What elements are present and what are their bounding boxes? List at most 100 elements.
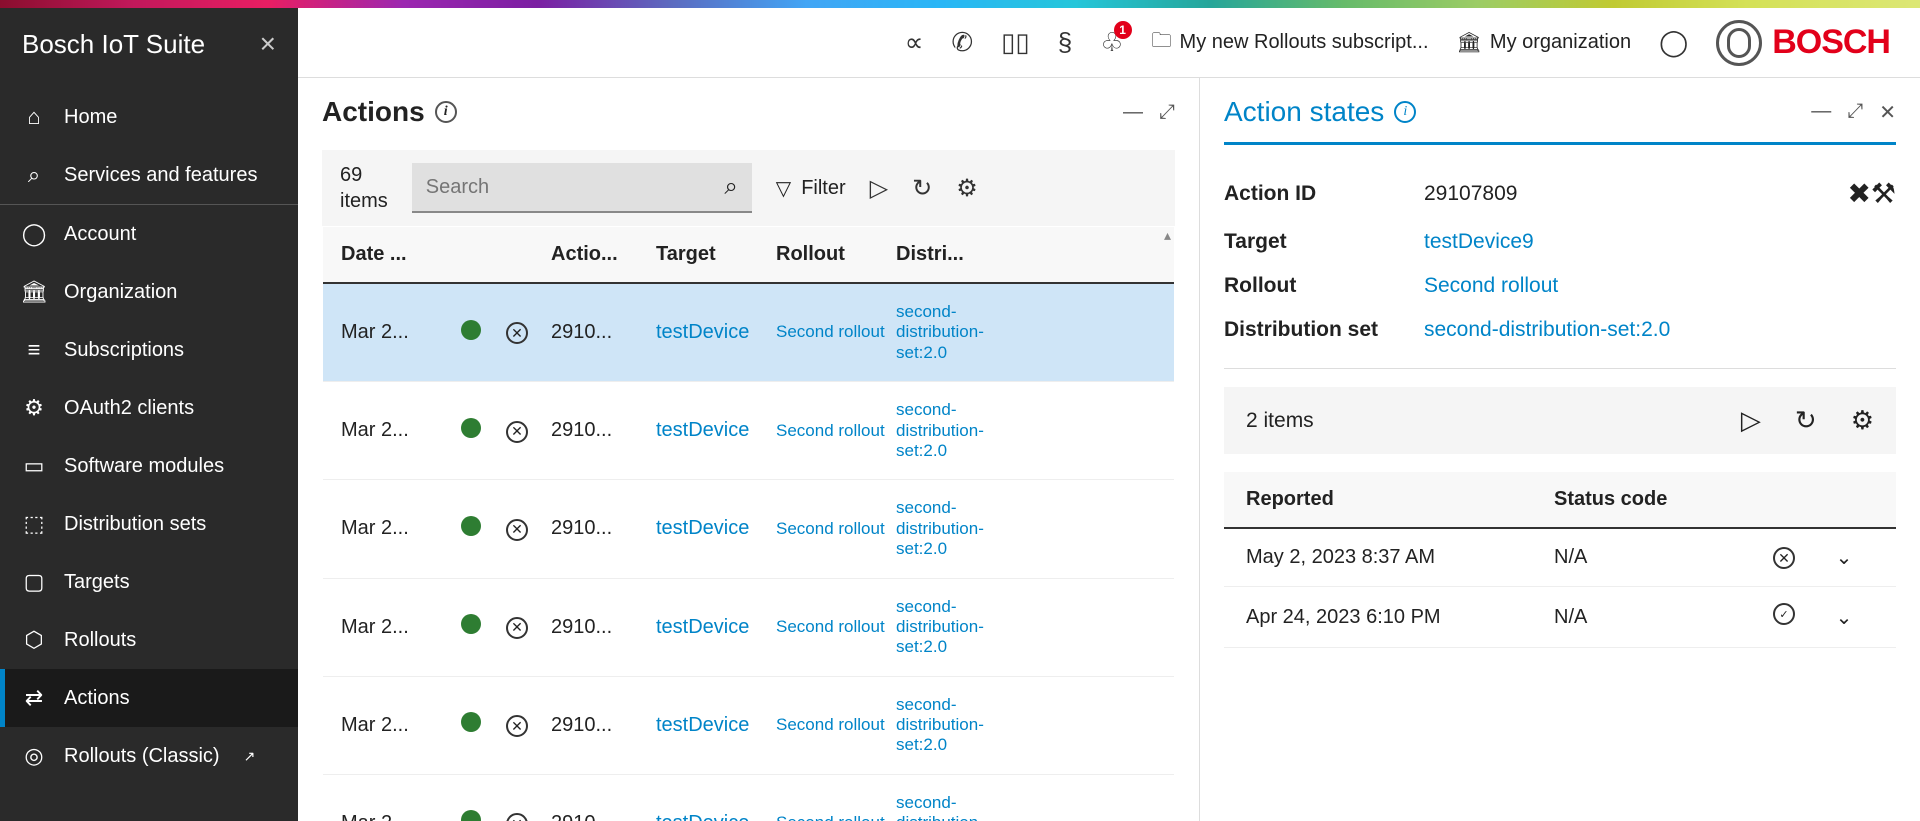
cancel-icon[interactable]: ✕ xyxy=(506,519,528,541)
states-count: 2 items xyxy=(1246,409,1314,433)
close-sidebar-icon[interactable]: × xyxy=(260,28,276,60)
states-table-header: Reported Status code xyxy=(1224,472,1896,529)
table-row[interactable]: Apr 24, 2023 6:10 PMN/A⌄ xyxy=(1224,587,1896,648)
actions-panel: Actionsi — ⤢ 69 items ⌕ ▽Filter ▷ ↻ ⚙ xyxy=(298,78,1200,821)
filter-button[interactable]: ▽Filter xyxy=(776,176,846,201)
book-icon[interactable]: ▯▯ xyxy=(1001,27,1030,58)
target-link[interactable]: testDevice xyxy=(656,419,776,442)
sidebar-item-rollouts[interactable]: ⬡Rollouts xyxy=(0,611,298,669)
play-icon[interactable]: ▷ xyxy=(1741,405,1761,436)
bell-icon[interactable]: ♧1 xyxy=(1100,27,1123,58)
status-dot-icon xyxy=(461,810,481,821)
distribution-link[interactable]: second-distribution-set:2.0 xyxy=(896,400,1001,461)
cancel-icon[interactable]: ✕ xyxy=(506,617,528,639)
sidebar-item-rollouts-classic[interactable]: ◎Rollouts (Classic)↗ xyxy=(0,727,298,785)
table-row[interactable]: Mar 2...✕2910...testDeviceSecond rollout… xyxy=(323,480,1174,578)
target-link[interactable]: testDevice xyxy=(656,517,776,540)
distribution-link[interactable]: second-distribution-set:2.0 xyxy=(896,302,1001,363)
error-icon: ✕ xyxy=(1773,547,1795,569)
cancel-icon[interactable]: ✕ xyxy=(506,715,528,737)
user-icon[interactable]: ◯ xyxy=(1659,27,1688,58)
sidebar-item-distribution-sets[interactable]: ⬚Distribution sets xyxy=(0,495,298,553)
sidebar-item-targets[interactable]: ▢Targets xyxy=(0,553,298,611)
cancel-icon[interactable]: ✕ xyxy=(506,813,528,821)
subscriptions-icon: ≡ xyxy=(22,337,46,363)
sidebar-item-organization[interactable]: 🏛Organization xyxy=(0,263,298,321)
table-row[interactable]: Mar 2...✕2910...testDeviceSecond rollout… xyxy=(323,284,1174,382)
action-states-panel: Action statesi — ⤢ ✕ Action ID 29107809 … xyxy=(1200,78,1920,821)
table-row[interactable]: Mar 2...✕2910...testDeviceSecond rollout… xyxy=(323,579,1174,677)
distribution-link[interactable]: second-distribution-set:2.0 xyxy=(896,597,1001,658)
search-icon[interactable]: ⌕ xyxy=(724,173,737,201)
share-icon[interactable]: ∝ xyxy=(905,27,924,58)
status-dot-icon xyxy=(461,418,481,438)
scroll-up-icon[interactable]: ▴ xyxy=(1164,227,1180,243)
cell-action-id: 2910... xyxy=(551,419,656,442)
targets-icon: ▢ xyxy=(22,569,46,595)
folder-icon: 🗀 xyxy=(1152,26,1172,60)
table-row[interactable]: Mar 2...✕2910...testDeviceSecond rollout… xyxy=(323,382,1174,480)
minimize-icon[interactable]: — xyxy=(1811,100,1831,125)
table-row[interactable]: May 2, 2023 8:37 AMN/A✕⌄ xyxy=(1224,529,1896,587)
chevron-down-icon[interactable]: ⌄ xyxy=(1814,605,1874,630)
sidebar-item-account[interactable]: ◯Account xyxy=(0,205,298,263)
cell-date: Mar 2... xyxy=(341,321,461,344)
distribution-link[interactable]: second-distribution-set:2.0 xyxy=(896,695,1001,756)
status-dot-icon xyxy=(461,516,481,536)
account-icon: ◯ xyxy=(22,221,46,247)
table-row[interactable]: Mar 2...✕2910...testDeviceSecond rollout… xyxy=(323,775,1174,821)
rollouts-icon: ⬡ xyxy=(22,627,46,653)
refresh-icon[interactable]: ↻ xyxy=(1795,405,1817,436)
distribution-link[interactable]: second-distribution-set:2.0 xyxy=(896,793,1001,821)
distribution-link[interactable]: second-distribution-set:2.0 xyxy=(896,498,1001,559)
cell-action-id: 2910... xyxy=(551,812,656,821)
rollout-link[interactable]: Second rollout xyxy=(776,813,896,821)
subscription-selector[interactable]: 🗀My new Rollouts subscript... xyxy=(1152,26,1429,60)
target-link[interactable]: testDevice xyxy=(656,616,776,639)
organization-selector[interactable]: 🏛My organization xyxy=(1457,30,1632,55)
rollout-link[interactable]: Second rollout xyxy=(1424,274,1558,298)
rollout-link[interactable]: Second rollout xyxy=(776,617,896,637)
rollout-link[interactable]: Second rollout xyxy=(776,421,896,441)
sidebar-item-services[interactable]: ⌕Services and features xyxy=(0,146,298,205)
expand-icon[interactable]: ⤢ xyxy=(1159,101,1175,124)
tools-icon[interactable]: ✖⚒ xyxy=(1847,177,1896,210)
home-icon: ⌂ xyxy=(22,104,46,130)
info-icon[interactable]: i xyxy=(435,101,457,123)
external-link-icon: ↗ xyxy=(244,748,256,765)
play-icon[interactable]: ▷ xyxy=(870,174,888,203)
cancel-icon[interactable]: ✕ xyxy=(506,421,528,443)
distribution-link[interactable]: second-distribution-set:2.0 xyxy=(1424,318,1670,342)
action-id-value: 29107809 xyxy=(1424,182,1517,206)
rollout-link[interactable]: Second rollout xyxy=(776,519,896,539)
cancel-icon[interactable]: ✕ xyxy=(506,322,528,344)
sidebar: Bosch IoT Suite × ⌂Home ⌕Services and fe… xyxy=(0,8,298,821)
info-icon[interactable]: i xyxy=(1394,101,1416,123)
sidebar-item-software-modules[interactable]: ▭Software modules xyxy=(0,437,298,495)
sidebar-item-oauth[interactable]: ⚙OAuth2 clients xyxy=(0,379,298,437)
settings-icon[interactable]: ⚙ xyxy=(956,174,978,203)
minimize-icon[interactable]: — xyxy=(1123,101,1143,124)
sidebar-item-home[interactable]: ⌂Home xyxy=(0,88,298,146)
search-input[interactable]: ⌕ xyxy=(412,163,752,213)
paragraph-icon[interactable]: § xyxy=(1058,27,1072,58)
target-link[interactable]: testDevice9 xyxy=(1424,230,1534,254)
rollout-link[interactable]: Second rollout xyxy=(776,715,896,735)
close-icon[interactable]: ✕ xyxy=(1879,100,1896,125)
settings-icon[interactable]: ⚙ xyxy=(1851,405,1874,436)
target-link[interactable]: testDevice xyxy=(656,714,776,737)
search-field[interactable] xyxy=(426,176,715,199)
refresh-icon[interactable]: ↻ xyxy=(912,174,932,203)
status-dot-icon xyxy=(461,320,481,340)
phone-icon[interactable]: ✆ xyxy=(951,27,973,58)
rollout-link[interactable]: Second rollout xyxy=(776,322,896,342)
table-row[interactable]: Mar 2...✕2910...testDeviceSecond rollout… xyxy=(323,677,1174,775)
target-link[interactable]: testDevice xyxy=(656,812,776,821)
expand-icon[interactable]: ⤢ xyxy=(1847,100,1863,125)
search-icon: ⌕ xyxy=(22,162,46,188)
sidebar-item-actions[interactable]: ⇄Actions xyxy=(0,669,298,727)
chevron-down-icon[interactable]: ⌄ xyxy=(1814,545,1874,570)
target-link[interactable]: testDevice xyxy=(656,321,776,344)
organization-icon: 🏛 xyxy=(22,279,46,305)
sidebar-item-subscriptions[interactable]: ≡Subscriptions xyxy=(0,321,298,379)
